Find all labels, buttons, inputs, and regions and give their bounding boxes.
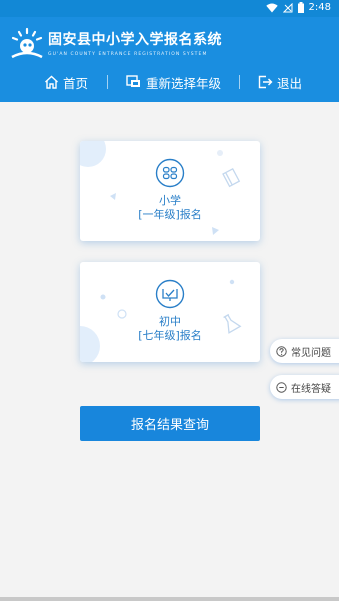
nav-home[interactable]: 首页	[44, 73, 88, 92]
battery-icon	[297, 2, 304, 13]
primary-card-title: 小学	[159, 194, 181, 207]
logout-icon	[258, 75, 273, 89]
chat-icon	[276, 381, 287, 393]
nav-divider	[107, 75, 109, 89]
status-time: 2:48	[308, 2, 331, 13]
online-qa-label: 在线答疑	[291, 383, 331, 395]
app-header: 固安县中小学入学报名系统 GU'AN COUNTY ENTRANCE REGIS…	[0, 17, 339, 102]
primary-school-icon	[155, 158, 185, 188]
status-bar: 2:48	[0, 0, 339, 17]
primary-school-card[interactable]: 小学 [一年级]报名	[80, 141, 260, 241]
junior-card-title: 初中	[159, 315, 181, 328]
query-results-button[interactable]: 报名结果查询	[80, 406, 260, 441]
faq-label: 常见问题	[291, 347, 331, 359]
home-icon	[45, 75, 58, 89]
nav-reselect-grade[interactable]: 重新选择年级	[126, 73, 221, 92]
junior-card-subtitle: [七年级]报名	[138, 329, 202, 342]
junior-school-icon	[155, 279, 185, 309]
wifi-icon	[265, 3, 278, 12]
question-icon	[276, 345, 287, 357]
card-decoration	[80, 279, 242, 362]
reselect-icon	[126, 75, 141, 87]
nav-divider	[239, 75, 241, 89]
school-logo-icon	[11, 27, 43, 59]
top-nav: 首页 重新选择年级 退出	[0, 69, 339, 95]
nav-home-label: 首页	[63, 75, 89, 91]
online-qa-button[interactable]: 在线答疑	[270, 375, 339, 399]
card-decoration	[80, 141, 241, 235]
signal-icon	[282, 2, 293, 12]
primary-card-subtitle: [一年级]报名	[138, 208, 202, 221]
nav-logout-label: 退出	[277, 75, 303, 91]
app-subtitle: GU'AN COUNTY ENTRANCE REGISTRATION SYSTE…	[48, 52, 208, 57]
junior-school-card[interactable]: 初中 [七年级]报名	[80, 262, 260, 362]
bottom-divider	[0, 597, 339, 601]
nav-reselect-label: 重新选择年级	[146, 75, 222, 91]
faq-button[interactable]: 常见问题	[270, 339, 339, 363]
app-title: 固安县中小学入学报名系统	[48, 32, 222, 48]
nav-logout[interactable]: 退出	[258, 73, 302, 92]
